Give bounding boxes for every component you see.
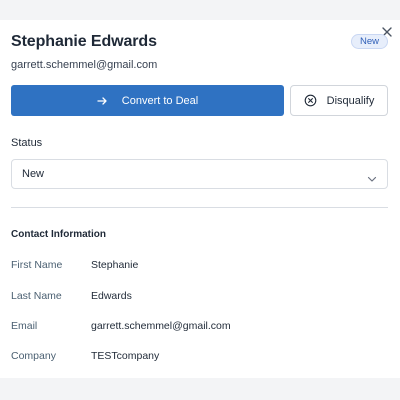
convert-to-deal-button[interactable]: Convert to Deal <box>11 85 284 116</box>
lead-detail-panel: Stephanie Edwards New garrett.schemmel@g… <box>0 20 400 378</box>
status-badge: New <box>351 34 389 49</box>
email-label: Email <box>11 320 38 332</box>
arrow-right-icon <box>97 96 108 106</box>
x-circle-icon <box>304 94 317 107</box>
lead-email: garrett.schemmel@gmail.com <box>11 59 158 71</box>
section-divider <box>11 207 388 208</box>
status-select-value: New <box>22 168 45 180</box>
disqualify-label: Disqualify <box>326 94 375 107</box>
company-value: TESTcompany <box>91 350 160 362</box>
lead-name: Stephanie Edwards <box>11 33 157 50</box>
first-name-value: Stephanie <box>91 259 139 271</box>
status-select[interactable]: New <box>11 159 388 189</box>
contact-information-heading: Contact Information <box>11 229 106 240</box>
first-name-label: First Name <box>11 259 63 271</box>
company-label: Company <box>11 350 56 362</box>
disqualify-button[interactable]: Disqualify <box>290 85 388 116</box>
convert-to-deal-label: Convert to Deal <box>121 94 199 107</box>
chevron-down-icon <box>367 170 377 188</box>
status-field-label: Status <box>11 137 43 149</box>
last-name-label: Last Name <box>11 290 62 302</box>
email-value: garrett.schemmel@gmail.com <box>91 320 231 332</box>
last-name-value: Edwards <box>91 290 132 302</box>
